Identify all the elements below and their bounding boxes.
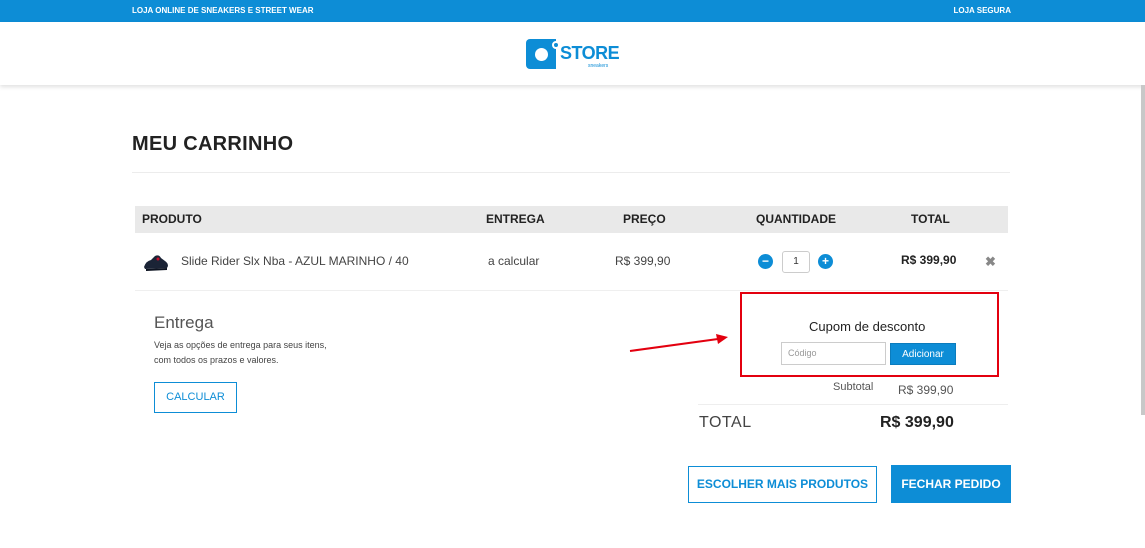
annotation-arrow-icon — [629, 334, 728, 352]
cart-table-header: PRODUTO ENTREGA PREÇO QUANTIDADE TOTAL — [135, 206, 1008, 233]
decrease-quantity-button[interactable]: − — [758, 254, 773, 269]
checkout-button[interactable]: FECHAR PEDIDO — [891, 465, 1011, 503]
total-label: TOTAL — [699, 414, 752, 431]
table-row: Slide Rider Slx Nba - AZUL MARINHO / 40 … — [135, 233, 1008, 291]
continue-shopping-button[interactable]: ESCOLHER MAIS PRODUTOS — [688, 466, 877, 503]
logo-dot-icon — [552, 41, 560, 49]
top-bar: LOJA ONLINE DE SNEAKERS E STREET WEAR LO… — [0, 0, 1145, 22]
calculate-shipping-button[interactable]: CALCULAR — [154, 382, 237, 413]
add-coupon-button[interactable]: Adicionar — [890, 343, 956, 365]
entrega-title: Entrega — [154, 313, 214, 332]
logo-word: STORE — [560, 43, 620, 63]
coupon-code-input[interactable]: Código — [781, 342, 886, 365]
summary-divider — [698, 404, 1008, 405]
header: STORE sneakers — [0, 22, 1145, 85]
title-divider — [132, 172, 1010, 173]
delivery-status: a calcular — [488, 254, 540, 268]
entrega-line-1: Veja as opções de entrega para seus iten… — [154, 340, 327, 350]
quantity-input[interactable]: 1 — [782, 251, 810, 273]
item-total: R$ 399,90 — [901, 253, 957, 267]
page-title: MEU CARRINHO — [132, 133, 294, 155]
coupon-highlight-box: Cupom de desconto Código Adicionar — [740, 292, 999, 377]
entrega-line-2: com todos os prazos e valores. — [154, 355, 279, 365]
item-price: R$ 399,90 — [615, 254, 671, 268]
tagline: LOJA ONLINE DE SNEAKERS E STREET WEAR — [132, 6, 314, 15]
logo-sub: sneakers — [588, 63, 609, 69]
entrega-description: Veja as opções de entrega para seus iten… — [154, 338, 327, 368]
product-name[interactable]: Slide Rider Slx Nba - AZUL MARINHO / 40 — [181, 254, 409, 268]
header-produto: PRODUTO — [142, 212, 202, 226]
subtotal-value: R$ 399,90 — [898, 383, 954, 397]
increase-quantity-button[interactable]: + — [818, 254, 833, 269]
header-quantidade: QUANTIDADE — [756, 212, 836, 226]
subtotal-label: Subtotal — [833, 381, 874, 393]
page-scrollbar[interactable] — [1141, 85, 1145, 415]
store-logo[interactable]: STORE sneakers — [526, 37, 620, 73]
header-total: TOTAL — [911, 212, 950, 226]
sandal-product-image[interactable] — [143, 252, 169, 272]
header-entrega: ENTREGA — [486, 212, 545, 226]
remove-item-icon[interactable]: ✖ — [985, 254, 996, 270]
secure-store-label: LOJA SEGURA — [953, 6, 1012, 15]
coupon-title: Cupom de desconto — [809, 319, 926, 334]
header-preco: PREÇO — [623, 212, 666, 226]
total-value: R$ 399,90 — [880, 414, 954, 431]
